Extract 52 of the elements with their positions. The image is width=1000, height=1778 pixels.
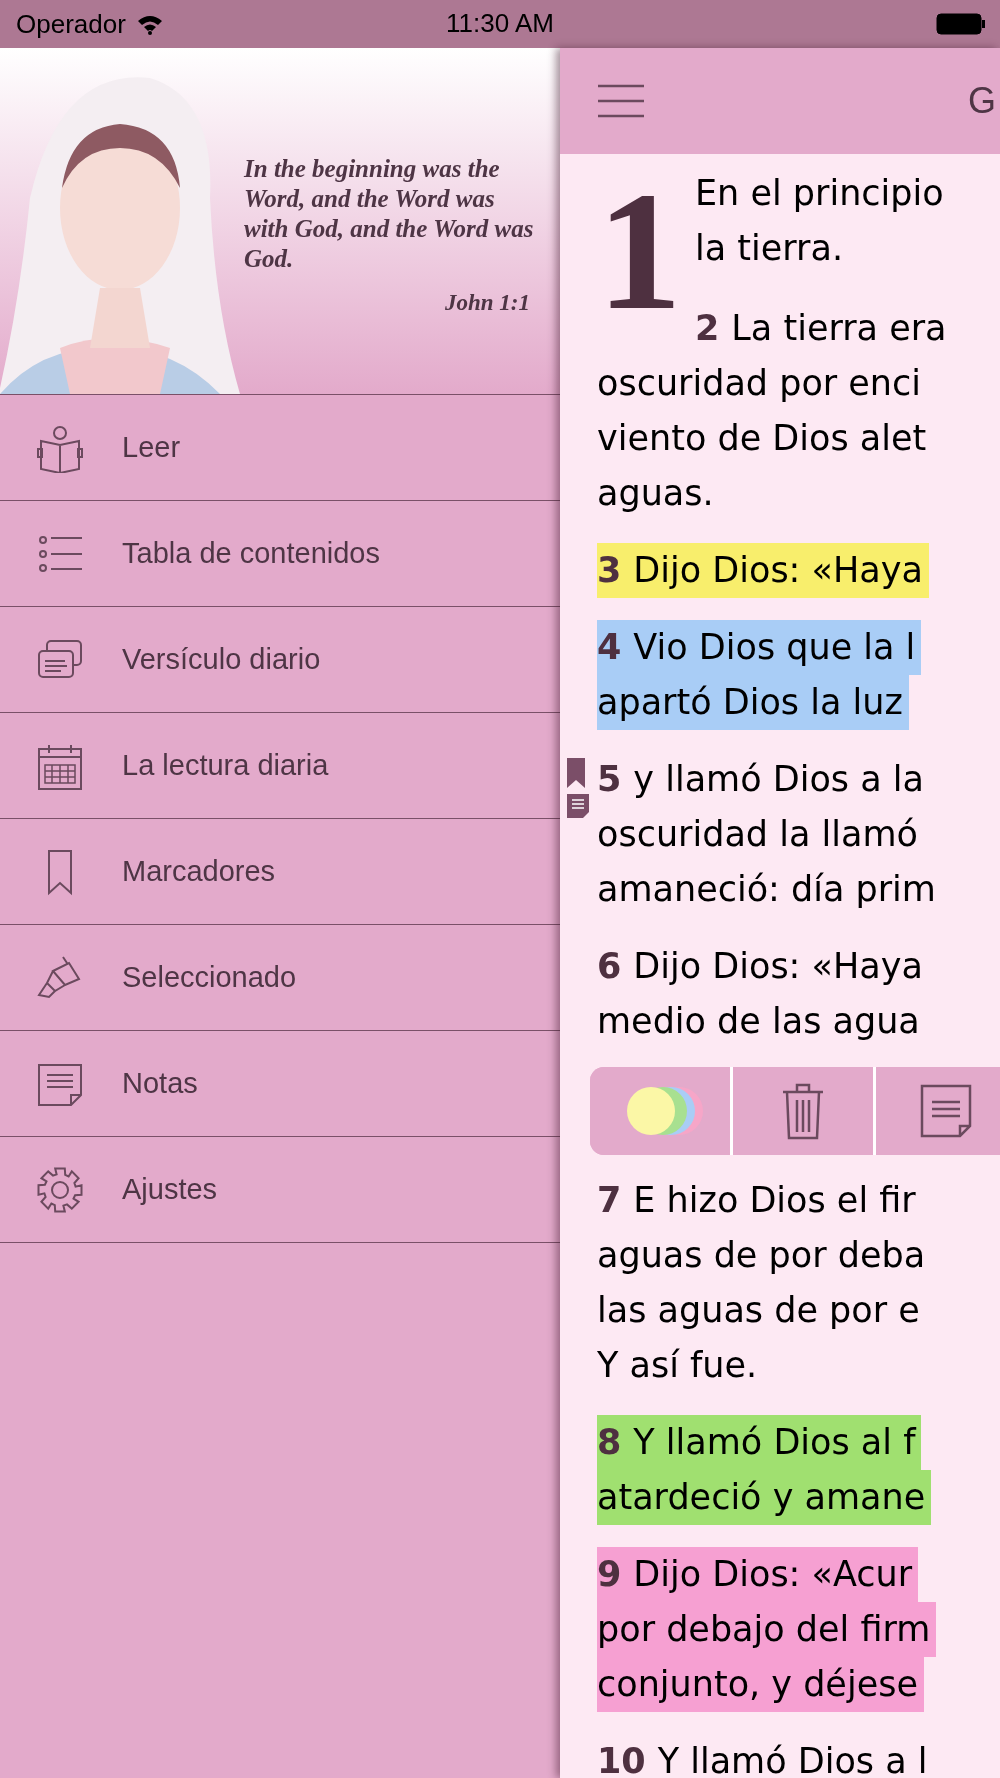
verse-text: E hizo Dios el fir — [633, 1180, 916, 1220]
verse-text: atardeció y amane — [597, 1477, 926, 1517]
verse-number: 9 — [597, 1554, 622, 1594]
verse-text: apartó Dios la luz — [597, 682, 903, 722]
quote-reference: John 1:1 — [445, 290, 530, 316]
menu-button[interactable] — [596, 84, 646, 118]
book-title: G — [968, 80, 996, 122]
verse-text: y llamó Dios a la — [633, 759, 924, 799]
note-icon — [920, 1084, 972, 1138]
menu-item[interactable]: Notas — [0, 1031, 560, 1137]
verse-text: conjunto, y déjese — [597, 1664, 918, 1704]
note-icon[interactable] — [567, 794, 589, 818]
menu-item[interactable]: Ajustes — [0, 1137, 560, 1243]
color-button[interactable] — [590, 1067, 733, 1155]
verse-number: 5 — [597, 759, 622, 799]
verse-number: 7 — [597, 1180, 622, 1220]
carrier-name: Operador — [16, 8, 126, 40]
verse-text: amaneció: día prim — [597, 869, 936, 909]
battery-icon — [936, 13, 986, 35]
menu-item[interactable]: Leer — [0, 395, 560, 501]
verse-text: aguas de por deba — [597, 1235, 926, 1275]
verse-text: Y llamó Dios a l — [657, 1741, 928, 1778]
verse-number: 6 — [597, 946, 622, 986]
verse-number: 4 — [597, 627, 622, 667]
quote-text: In the beginning was the Word, and the Word was with God, and the Word was God. — [244, 154, 535, 274]
menu-item[interactable]: La lectura diaria — [0, 713, 560, 819]
verse-text: Y así fue. — [597, 1345, 758, 1385]
verse-text: La tierra era — [731, 308, 947, 348]
verse-text: En el principio — [695, 172, 945, 215]
verse-text: medio de las agua — [597, 1001, 920, 1041]
verse-text: Dijo Dios: «Haya — [633, 550, 923, 590]
verse-text: las aguas de por e — [597, 1290, 920, 1330]
verse-text: Dijo Dios: «Acur — [633, 1554, 913, 1594]
bookmark-icon[interactable] — [567, 758, 585, 788]
trash-icon — [781, 1082, 825, 1140]
menu-item[interactable]: Versículo diario — [0, 607, 560, 713]
verse-text: oscuridad por enci — [597, 363, 922, 403]
verse-number: 8 — [597, 1422, 622, 1462]
verse-number: 2 — [695, 308, 720, 348]
verse-text: por debajo del firm — [597, 1609, 931, 1649]
verse-number: 3 — [597, 550, 622, 590]
clock-time: 11:30 AM — [446, 8, 554, 38]
verse-text: Y llamó Dios al f — [633, 1422, 916, 1462]
verse-text: oscuridad la llamó — [597, 814, 918, 854]
verse-text: aguas. — [597, 473, 714, 513]
verse-text: viento de Dios alet — [597, 418, 927, 458]
verse-text: la tierra. — [695, 227, 844, 270]
menu-icon — [596, 84, 646, 118]
verse-text: Vio Dios que la l — [633, 627, 916, 667]
chapter-number: 1 — [597, 176, 683, 347]
verse-text: Dijo Dios: «Haya — [633, 946, 923, 986]
verse-number: 10 — [597, 1741, 646, 1778]
